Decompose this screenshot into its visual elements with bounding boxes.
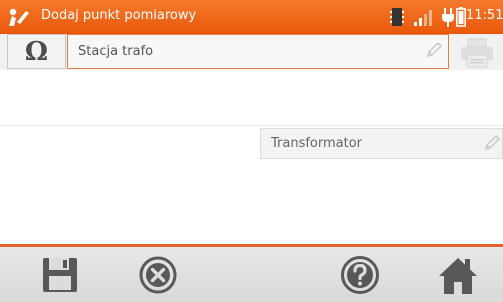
save-icon[interactable] <box>39 254 81 296</box>
point-name-value: Stacja trafo <box>78 44 154 59</box>
point-type-value: Transformator <box>271 136 363 151</box>
plug-icon <box>442 8 454 27</box>
memory-card-icon <box>390 8 404 26</box>
point-type-field[interactable]: Transformator <box>260 128 503 159</box>
edit-pencil-icon[interactable] <box>425 41 443 59</box>
signal-icon <box>414 10 432 26</box>
clock: 11:51 <box>466 8 503 23</box>
battery-icon <box>456 7 466 27</box>
app-logo-icon <box>9 8 29 26</box>
help-icon[interactable] <box>339 254 381 296</box>
home-icon[interactable] <box>437 254 479 296</box>
status-bar: Dodaj punkt pomiarowy 11:51 <box>0 0 503 34</box>
edit-pencil-icon[interactable] <box>483 134 501 152</box>
resistance-button[interactable]: Ω <box>7 34 66 69</box>
window-title: Dodaj punkt pomiarowy <box>41 8 197 23</box>
omega-icon: Ω <box>24 36 49 67</box>
printer-icon[interactable] <box>459 38 495 68</box>
divider <box>0 125 503 126</box>
cancel-icon[interactable] <box>137 254 179 296</box>
point-name-field[interactable]: Stacja trafo <box>67 34 449 69</box>
